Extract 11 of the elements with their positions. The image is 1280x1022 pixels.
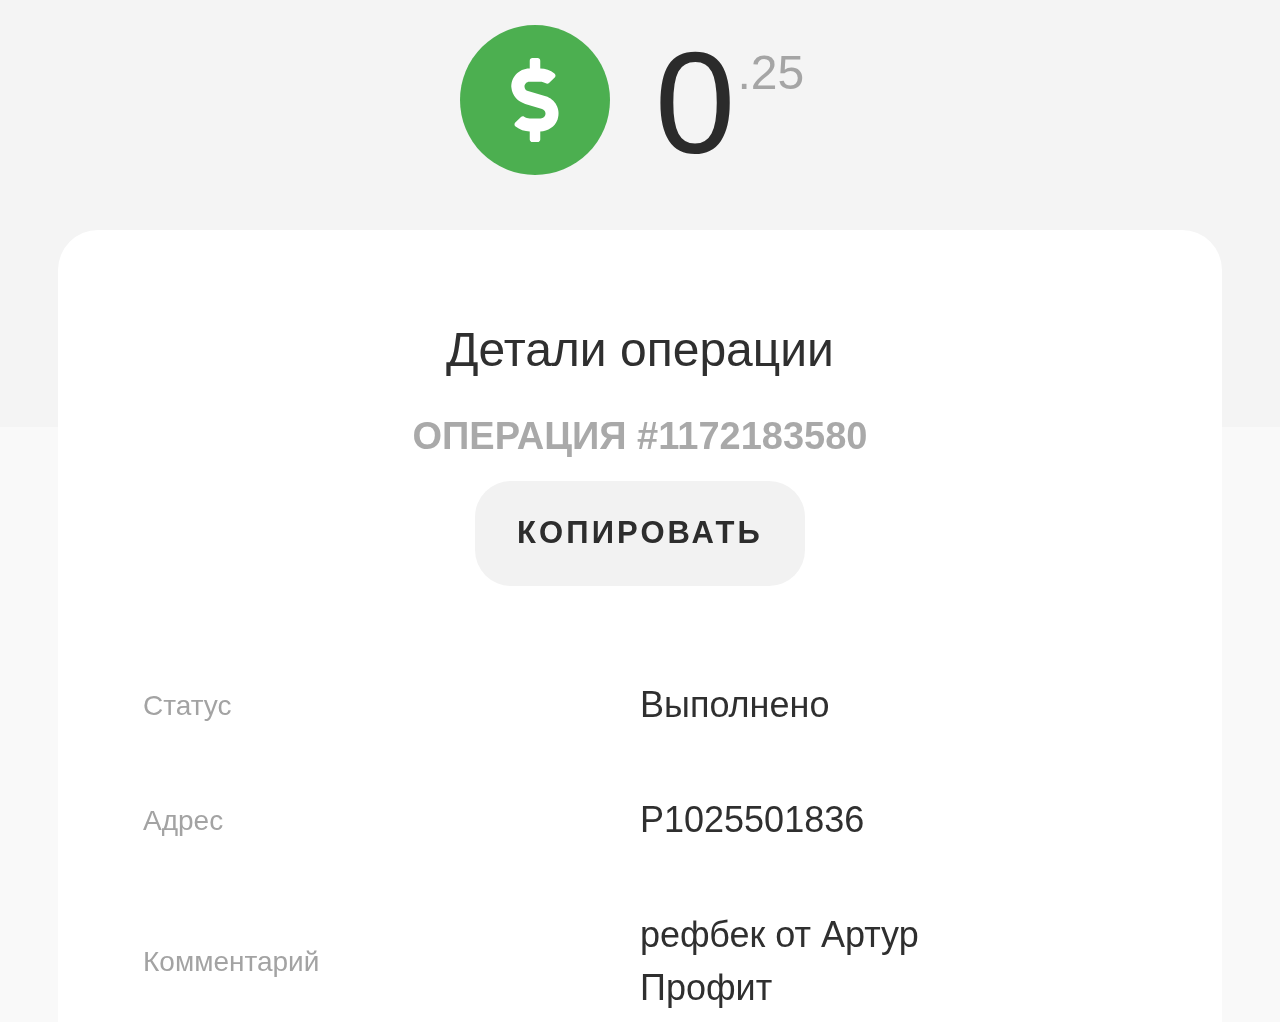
detail-value: рефбек от Артур Профит (640, 913, 920, 1010)
balance-cents: .25 (737, 49, 805, 97)
operation-number: ОПЕРАЦИЯ #1172183580 (412, 413, 868, 459)
details-title: Детали операции (446, 322, 834, 378)
detail-label: Адрес (143, 803, 224, 838)
detail-label: Комментарий (143, 945, 320, 979)
detail-value: Выполнено (640, 683, 830, 728)
detail-value: P1025501836 (640, 798, 865, 843)
copy-button[interactable]: КОПИРОВАТЬ (475, 481, 805, 587)
balance-amount: 0 (654, 31, 736, 176)
detail-label: Статус (143, 688, 232, 723)
